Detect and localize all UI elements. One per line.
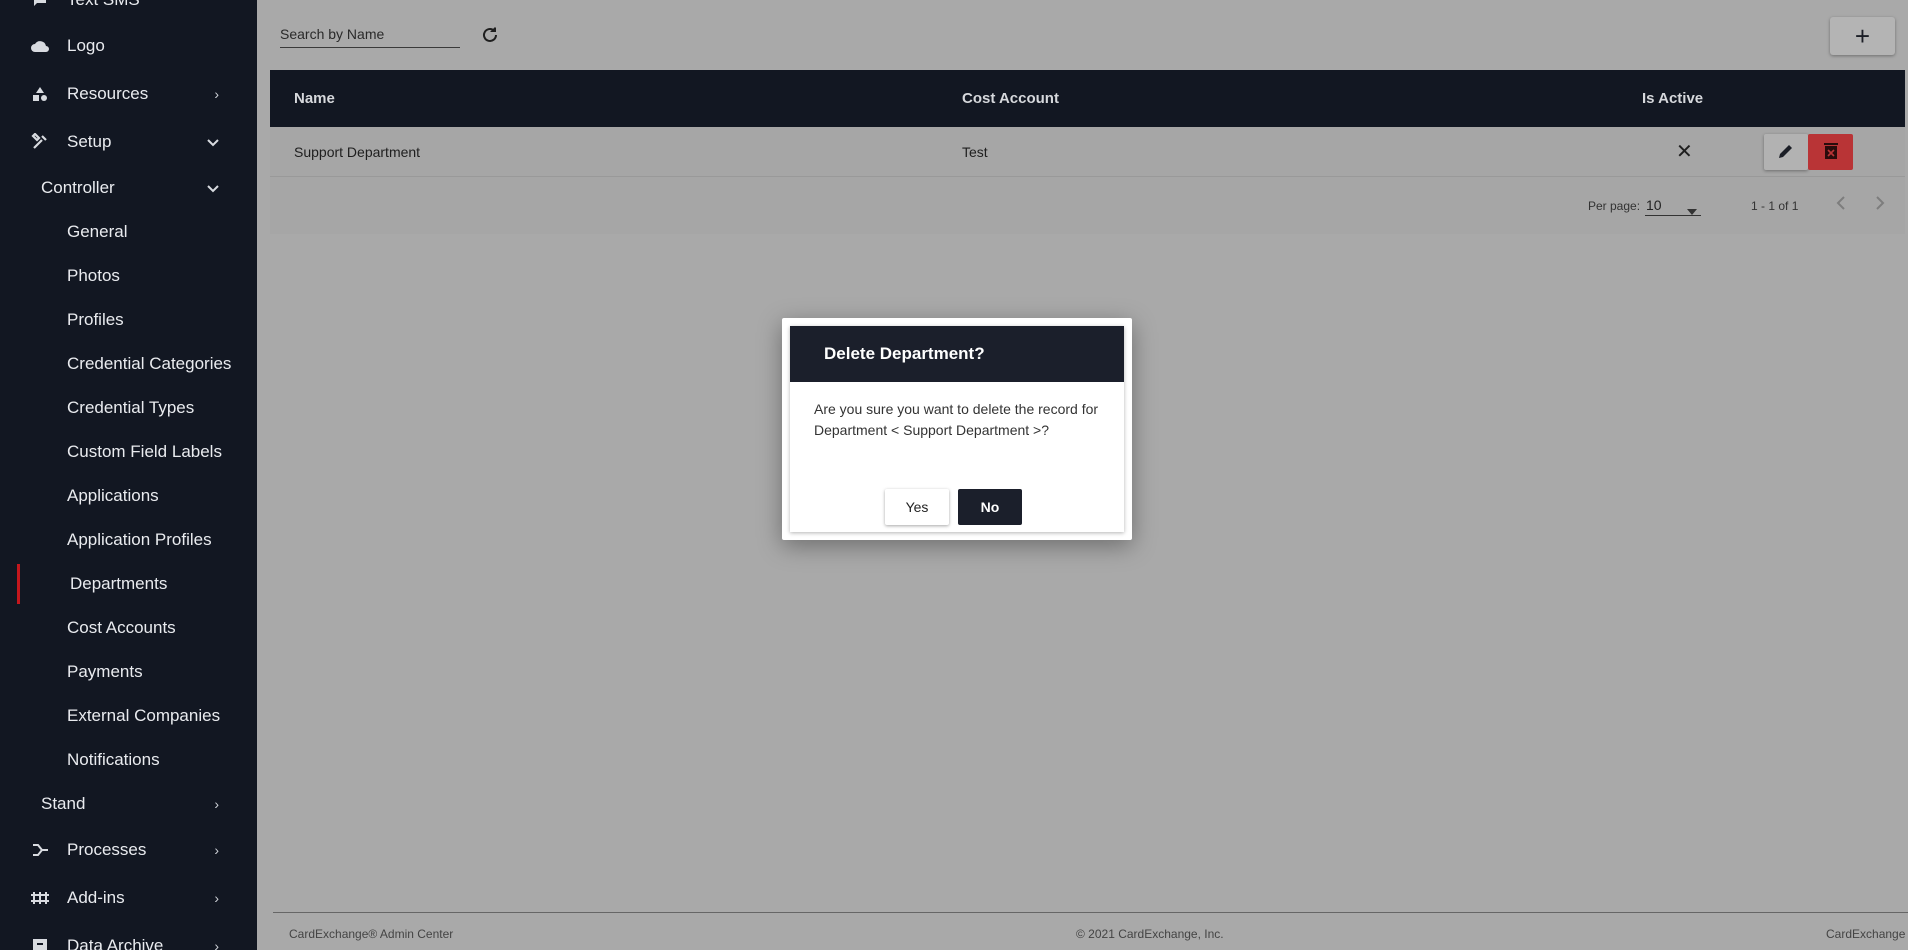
- sidebar-item-payments[interactable]: Payments: [0, 652, 257, 692]
- chevron-right-icon: ›: [214, 842, 219, 858]
- sidebar-item-controller[interactable]: Controller: [0, 168, 257, 208]
- dialog-message: Are you sure you want to delete the reco…: [814, 401, 1099, 438]
- processes-icon: [30, 840, 50, 860]
- refresh-icon[interactable]: [479, 24, 501, 46]
- inactive-icon: ✕: [1676, 141, 1693, 163]
- prev-page-icon[interactable]: [1835, 194, 1847, 215]
- no-button[interactable]: No: [958, 489, 1022, 525]
- footer: CardExchange® Admin Center © 2021 CardEx…: [273, 912, 1908, 950]
- delete-button[interactable]: [1808, 134, 1853, 170]
- sidebar-item-departments[interactable]: Departments: [17, 564, 257, 604]
- sidebar-item-add-ins[interactable]: Add-ins ›: [0, 878, 257, 918]
- sidebar-item-profiles[interactable]: Profiles: [0, 300, 257, 340]
- sidebar-item-setup[interactable]: Setup: [0, 122, 257, 162]
- chevron-right-icon: ›: [214, 938, 219, 950]
- sidebar-item-notifications[interactable]: Notifications: [0, 740, 257, 780]
- sidebar-item-data-archive[interactable]: Data Archive ›: [0, 926, 257, 950]
- edit-button[interactable]: [1764, 134, 1808, 170]
- trash-icon: [1823, 142, 1839, 163]
- cell-cost-account: Test: [962, 143, 988, 160]
- chevron-right-icon: ›: [214, 86, 219, 102]
- sidebar-item-stand[interactable]: Stand ›: [0, 784, 257, 824]
- sidebar-item-logo[interactable]: Logo: [0, 26, 257, 66]
- sidebar-item-custom-field-labels[interactable]: Custom Field Labels: [0, 432, 257, 472]
- footer-copyright: © 2021 CardExchange, Inc.: [1076, 927, 1224, 941]
- sidebar-item-external-companies[interactable]: External Companies: [0, 696, 257, 736]
- chevron-right-icon: ›: [214, 890, 219, 906]
- sidebar-item-cost-accounts[interactable]: Cost Accounts: [0, 608, 257, 648]
- tools-icon: [30, 132, 50, 152]
- yes-button[interactable]: Yes: [885, 489, 949, 525]
- departments-table: Name Cost Account Is Active Support Depa…: [270, 70, 1905, 234]
- column-header-is-active[interactable]: Is Active: [1642, 90, 1703, 107]
- search-input[interactable]: Search by Name: [280, 24, 460, 48]
- dialog-title: Delete Department?: [790, 326, 1124, 382]
- per-page-label: Per page:: [1588, 199, 1641, 213]
- sidebar: Text SMS Logo Resources › Setup Controll…: [0, 0, 257, 950]
- delete-dialog: Delete Department? Are you sure you want…: [782, 318, 1132, 540]
- archive-icon: [30, 936, 50, 950]
- pagination: Per page: 10 1 - 1 of 1: [270, 177, 1905, 234]
- footer-right: CardExchange: [1826, 927, 1906, 941]
- dropdown-arrow-icon: [1687, 202, 1697, 218]
- per-page-select[interactable]: 10: [1645, 196, 1701, 216]
- table-header: Name Cost Account Is Active: [270, 70, 1905, 127]
- chevron-down-icon: [207, 180, 219, 196]
- pencil-icon: [1777, 142, 1795, 163]
- shapes-icon: [30, 84, 50, 104]
- table-row[interactable]: Support Department Test ✕: [270, 127, 1905, 177]
- chevron-right-icon: ›: [214, 796, 219, 812]
- add-button[interactable]: +: [1830, 17, 1895, 55]
- addins-icon: [30, 888, 50, 908]
- dialog-card: Delete Department? Are you sure you want…: [790, 326, 1124, 532]
- chat-icon: [30, 0, 50, 10]
- cloud-icon: [30, 36, 50, 56]
- next-page-icon[interactable]: [1874, 194, 1886, 215]
- sidebar-item-photos[interactable]: Photos: [0, 256, 257, 296]
- sidebar-item-processes[interactable]: Processes ›: [0, 830, 257, 870]
- sidebar-item-credential-types[interactable]: Credential Types: [0, 388, 257, 428]
- sidebar-item-applications[interactable]: Applications: [0, 476, 257, 516]
- cell-name: Support Department: [294, 143, 421, 160]
- sidebar-item-text-sms[interactable]: Text SMS: [0, 0, 257, 20]
- page-range: 1 - 1 of 1: [1751, 199, 1799, 213]
- sidebar-item-resources[interactable]: Resources ›: [0, 74, 257, 114]
- column-header-cost-account[interactable]: Cost Account: [962, 90, 1059, 107]
- sidebar-item-application-profiles[interactable]: Application Profiles: [0, 520, 257, 560]
- sidebar-item-general[interactable]: General: [0, 212, 257, 252]
- column-header-name[interactable]: Name: [294, 90, 335, 107]
- chevron-down-icon: [207, 134, 219, 150]
- footer-left: CardExchange® Admin Center: [289, 927, 454, 941]
- sidebar-item-credential-categories[interactable]: Credential Categories: [0, 344, 257, 384]
